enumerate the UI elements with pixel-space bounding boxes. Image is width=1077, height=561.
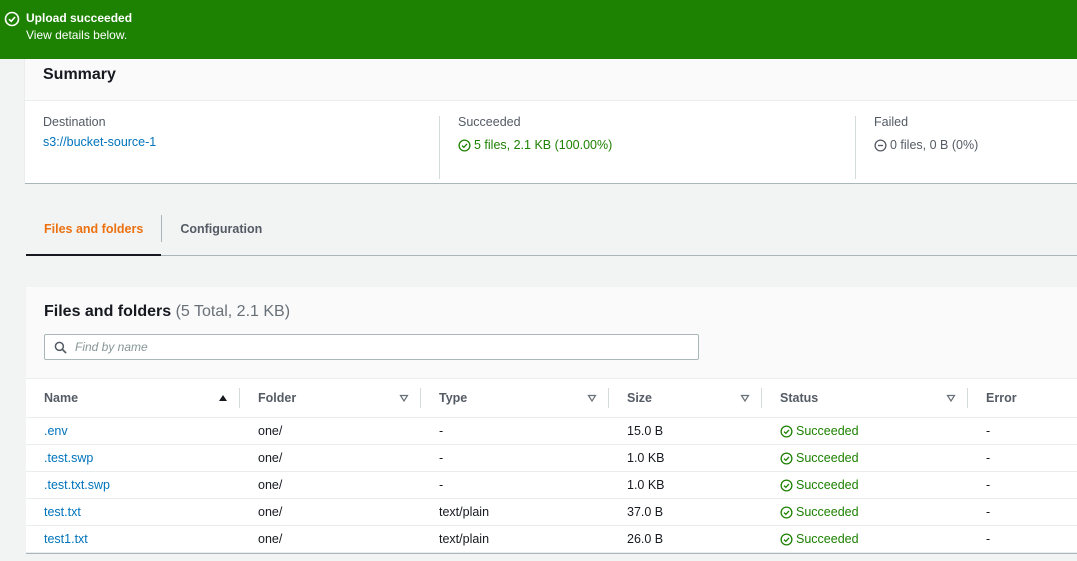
size-cell: 1.0 KB <box>609 471 762 499</box>
check-circle-icon <box>780 532 793 546</box>
table-row: test1.txt one/text/plain 26.0 B Succeeded - <box>26 525 1077 553</box>
error-cell: - <box>968 498 1077 526</box>
error-cell: - <box>968 417 1077 445</box>
files-count: (5 Total, 2.1 KB) <box>175 303 291 320</box>
type-cell: - <box>421 417 609 445</box>
summary-title: Summary <box>43 66 116 83</box>
status-text: Succeeded <box>796 532 859 546</box>
type-cell: - <box>421 444 609 472</box>
check-circle-icon <box>780 505 793 519</box>
column-header-size[interactable]: Size <box>609 378 762 418</box>
type-cell: text/plain <box>421 498 609 526</box>
sort-icon <box>740 394 750 403</box>
status-text: Succeeded <box>796 505 859 519</box>
status-cell: Succeeded <box>762 444 968 472</box>
destination-label: Destination <box>43 115 106 129</box>
check-circle-icon <box>4 11 20 27</box>
search-box <box>44 334 699 360</box>
file-name-link[interactable]: .test.swp <box>26 444 240 472</box>
folder-cell: one/ <box>240 444 421 472</box>
failed-section: Failed 0 files, 0 B (0%) <box>856 101 1056 179</box>
file-name-link[interactable]: test.txt <box>26 498 240 526</box>
tab-bar: Files and folders Configuration <box>26 202 1077 256</box>
search-icon <box>54 341 67 354</box>
folder-cell: one/ <box>240 498 421 526</box>
file-name-link[interactable]: .env <box>26 417 240 445</box>
folder-cell: one/ <box>240 525 421 553</box>
check-circle-icon <box>780 424 793 438</box>
type-cell: - <box>421 471 609 499</box>
table-row: test.txt one/text/plain 37.0 B Succeeded - <box>26 498 1077 526</box>
summary-panel: Summary Destination s3://bucket-source-1… <box>25 59 1077 184</box>
column-header-error: Error <box>968 378 1077 418</box>
check-circle-icon <box>780 451 793 465</box>
sort-ascending-icon <box>219 395 227 401</box>
error-cell: - <box>968 444 1077 472</box>
files-title: Files and folders <box>44 303 172 320</box>
sort-icon <box>946 394 956 403</box>
table-row: .env one/-15.0 B Succeeded - <box>26 417 1077 445</box>
error-cell: - <box>968 471 1077 499</box>
file-name-link[interactable]: test1.txt <box>26 525 240 553</box>
file-name-link[interactable]: .test.txt.swp <box>26 471 240 499</box>
table-row: .test.txt.swp one/-1.0 KB Succeeded - <box>26 471 1077 499</box>
check-circle-icon <box>458 138 471 152</box>
destination-link[interactable]: s3://bucket-source-1 <box>43 135 156 149</box>
succeeded-section: Succeeded 5 files, 2.1 KB (100.00%) <box>440 101 855 179</box>
sort-icon <box>399 394 409 403</box>
size-cell: 37.0 B <box>609 498 762 526</box>
banner-message: View details below. <box>26 28 128 42</box>
column-header-type[interactable]: Type <box>421 378 609 418</box>
files-table: Name Folder Type Size Status Error .env … <box>26 378 1077 553</box>
column-header-status[interactable]: Status <box>762 378 968 418</box>
status-cell: Succeeded <box>762 525 968 553</box>
column-header-folder[interactable]: Folder <box>240 378 421 418</box>
files-panel: Files and folders (5 Total, 2.1 KB) Name <box>26 287 1077 554</box>
size-cell: 26.0 B <box>609 525 762 553</box>
destination-section: Destination s3://bucket-source-1 <box>25 101 439 179</box>
succeeded-label: Succeeded <box>458 115 521 129</box>
check-circle-icon <box>780 478 793 492</box>
folder-cell: one/ <box>240 471 421 499</box>
size-cell: 15.0 B <box>609 417 762 445</box>
files-header: Files and folders (5 Total, 2.1 KB) <box>44 303 1077 321</box>
tab-configuration[interactable]: Configuration <box>162 202 280 255</box>
status-text: Succeeded <box>796 451 859 465</box>
succeeded-value: 5 files, 2.1 KB (100.00%) <box>474 138 613 152</box>
error-cell: - <box>968 525 1077 553</box>
banner-title: Upload succeeded <box>26 11 133 25</box>
status-text: Succeeded <box>796 424 859 438</box>
status-text: Succeeded <box>796 478 859 492</box>
type-cell: text/plain <box>421 525 609 553</box>
status-cell: Succeeded <box>762 498 968 526</box>
minus-circle-icon <box>874 138 887 152</box>
column-header-name[interactable]: Name <box>26 378 240 418</box>
upload-success-banner: Upload succeeded View details below. <box>0 0 1077 59</box>
sort-icon <box>587 394 597 403</box>
table-row: .test.swp one/-1.0 KB Succeeded - <box>26 444 1077 472</box>
search-input[interactable] <box>73 339 633 355</box>
failed-value: 0 files, 0 B (0%) <box>890 138 979 152</box>
failed-label: Failed <box>874 115 909 129</box>
folder-cell: one/ <box>240 417 421 445</box>
size-cell: 1.0 KB <box>609 444 762 472</box>
status-cell: Succeeded <box>762 471 968 499</box>
status-cell: Succeeded <box>762 417 968 445</box>
tab-files-and-folders[interactable]: Files and folders <box>26 202 162 256</box>
